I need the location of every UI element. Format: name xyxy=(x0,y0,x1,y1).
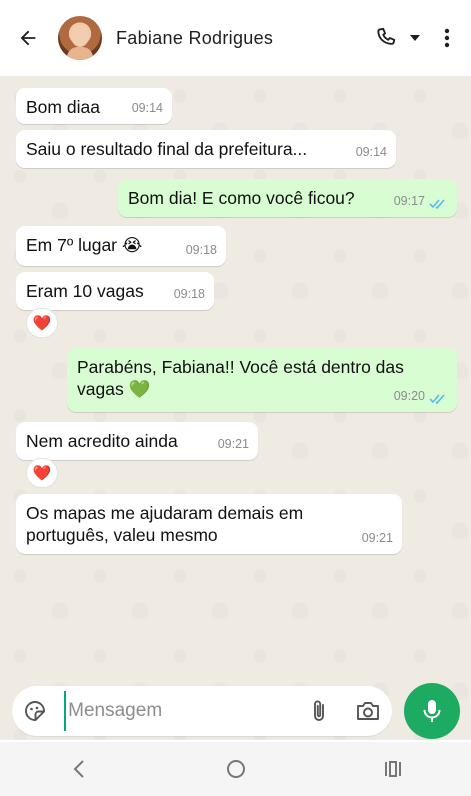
message-reaction[interactable]: ❤️ xyxy=(26,308,58,338)
message-bubble-outgoing[interactable]: Bom dia! E como você ficou? 09:17 xyxy=(118,179,457,217)
sticker-button[interactable] xyxy=(12,686,58,736)
camera-icon xyxy=(357,702,379,720)
home-circle-icon xyxy=(226,760,245,778)
recents-icon xyxy=(384,761,401,777)
message-text: Nem acredito ainda xyxy=(26,431,178,451)
message-text: Eram 10 vagas xyxy=(26,281,144,301)
sticker-icon xyxy=(25,701,46,721)
chat-header: Fabiane Rodrigues xyxy=(0,0,471,76)
message-text: Parabéns, Fabiana!! Você está dentro das… xyxy=(77,357,404,399)
message-text: Saiu o resultado final da prefeitura... xyxy=(26,139,308,159)
message-time: 09:21 xyxy=(217,437,249,451)
message-text: Bom dia! E como você ficou? xyxy=(128,188,355,208)
microphone-icon xyxy=(423,700,441,722)
phone-icon xyxy=(377,27,396,45)
chevron-left-icon xyxy=(73,760,84,778)
message-bubble-outgoing[interactable]: Parabéns, Fabiana!! Você está dentro das… xyxy=(67,348,457,412)
message-text: Bom diaa xyxy=(26,97,100,117)
camera-button[interactable] xyxy=(344,686,392,736)
message-time: 09:20 xyxy=(393,389,425,403)
call-options-button[interactable] xyxy=(401,18,429,58)
attach-button[interactable] xyxy=(294,686,344,736)
message-time: 09:14 xyxy=(355,145,387,159)
message-reaction[interactable]: ❤️ xyxy=(26,458,58,488)
avatar[interactable] xyxy=(58,16,102,60)
voice-call-button[interactable] xyxy=(371,18,401,58)
kebab-menu-icon xyxy=(444,28,450,48)
voice-message-button[interactable] xyxy=(404,683,460,739)
message-time: 09:21 xyxy=(361,531,393,545)
message-composer xyxy=(12,686,392,736)
message-bubble-incoming[interactable]: Saiu o resultado final da prefeitura... … xyxy=(16,130,396,168)
message-text: Em 7º lugar 😭 xyxy=(26,235,143,255)
message-bubble-incoming[interactable]: Os mapas me ajudaram demais em português… xyxy=(16,494,402,554)
paperclip-icon xyxy=(314,700,325,721)
read-ticks-icon xyxy=(429,199,445,209)
message-bubble-incoming[interactable]: Bom diaa 09:14 xyxy=(16,88,172,124)
message-bubble-incoming[interactable]: Em 7º lugar 😭 09:18 xyxy=(16,226,226,266)
message-time: 09:18 xyxy=(185,243,217,257)
message-bubble-incoming[interactable]: Nem acredito ainda 09:21 xyxy=(16,422,258,460)
message-input[interactable] xyxy=(64,691,285,731)
message-bubble-incoming[interactable]: Eram 10 vagas 09:18 xyxy=(16,272,214,310)
back-button[interactable] xyxy=(0,0,56,76)
nav-home-button[interactable] xyxy=(206,749,266,789)
chat-area[interactable]: Bom diaa 09:14 Saiu o resultado final da… xyxy=(0,76,471,740)
arrow-left-icon xyxy=(20,30,36,46)
caret-down-icon xyxy=(410,35,420,41)
more-options-button[interactable] xyxy=(429,18,465,58)
message-text: Os mapas me ajudaram demais em português… xyxy=(26,503,304,545)
nav-back-button[interactable] xyxy=(49,749,109,789)
message-time: 09:17 xyxy=(393,194,425,208)
contact-name[interactable]: Fabiane Rodrigues xyxy=(116,28,371,49)
nav-recents-button[interactable] xyxy=(363,749,423,789)
message-time: 09:18 xyxy=(173,287,205,301)
avatar-photo xyxy=(66,25,94,60)
read-ticks-icon xyxy=(429,394,445,404)
message-time: 09:14 xyxy=(131,101,163,115)
system-navigation-bar xyxy=(0,742,471,796)
